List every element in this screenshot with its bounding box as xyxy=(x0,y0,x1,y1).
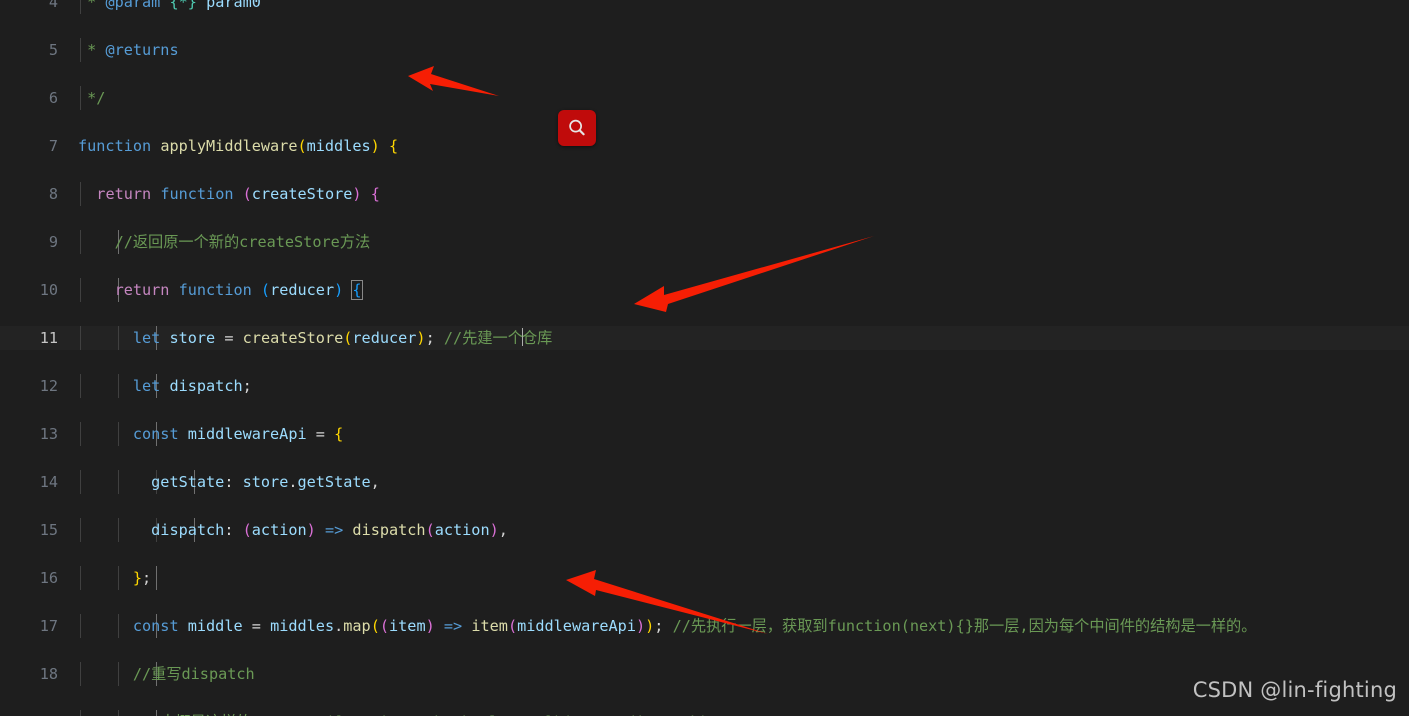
line-number: 11 xyxy=(39,329,58,347)
line-number: 8 xyxy=(48,185,58,203)
line-number: 19 xyxy=(0,710,58,716)
line-content: }; xyxy=(132,569,152,587)
line-number: 4 xyxy=(48,0,58,11)
code-line[interactable]: 5 * @returns xyxy=(0,38,1409,62)
line-number: 6 xyxy=(48,89,58,107)
code-line[interactable]: 19 // 大概是这样的 compose([promise, thunk, lo… xyxy=(0,710,1409,716)
line-content: * @returns xyxy=(78,41,179,59)
code-line[interactable]: 12 let dispatch; xyxy=(0,374,1409,398)
line-number: 7 xyxy=(48,137,58,155)
line-number: 16 xyxy=(39,569,58,587)
line-content: const middle = middles.map((item) => ite… xyxy=(132,617,1257,635)
line-content: //返回原一个新的createStore方法 xyxy=(78,233,371,251)
search-button[interactable] xyxy=(558,110,596,146)
code-line[interactable]: 15 dispatch: (action) => dispatch(action… xyxy=(0,518,1409,542)
line-content: let dispatch; xyxy=(132,377,252,395)
code-editor[interactable]: 4 * @param {*} param0 5 * @returns 6 */ … xyxy=(0,0,1409,716)
code-line[interactable]: 4 * @param {*} param0 xyxy=(0,0,1409,14)
line-content: getState: store.getState, xyxy=(151,473,380,491)
line-content: function applyMiddleware(middles) { xyxy=(78,137,399,155)
line-content: return function (createStore) { xyxy=(96,185,380,203)
line-content: * @param {*} param0 xyxy=(78,0,261,11)
code-line-active[interactable]: 11 let store = createStore(reducer); //先… xyxy=(0,326,1409,350)
line-number: 15 xyxy=(39,521,58,539)
watermark: CSDN @lin-fighting xyxy=(1192,678,1397,702)
line-number: 12 xyxy=(39,377,58,395)
code-line[interactable]: 9 //返回原一个新的createStore方法 xyxy=(0,230,1409,254)
line-content: // 大概是这样的 compose([promise, thunk, logge… xyxy=(78,710,709,716)
line-number: 17 xyxy=(39,617,58,635)
line-content: let store = createStore(reducer); //先建一个… xyxy=(132,328,553,347)
line-number: 5 xyxy=(48,41,58,59)
line-number: 9 xyxy=(48,233,58,251)
code-line[interactable]: 17 const middle = middles.map((item) => … xyxy=(0,614,1409,638)
code-line[interactable]: 6 */ xyxy=(0,86,1409,110)
code-line[interactable]: 14 getState: store.getState, xyxy=(0,470,1409,494)
line-content: //重写dispatch xyxy=(78,665,255,683)
editor-code-area[interactable]: 4 * @param {*} param0 5 * @returns 6 */ … xyxy=(0,0,1409,716)
line-number: 10 xyxy=(39,281,58,299)
code-line[interactable]: 10 return function (reducer) { xyxy=(0,278,1409,302)
line-content: */ xyxy=(78,89,106,107)
line-content: return function (reducer) { xyxy=(114,280,363,300)
code-line[interactable]: 16 }; xyxy=(0,566,1409,590)
line-content: const middlewareApi = { xyxy=(132,425,344,443)
search-icon xyxy=(569,119,585,136)
line-content: dispatch: (action) => dispatch(action), xyxy=(151,521,508,539)
code-line[interactable]: 7 function applyMiddleware(middles) { xyxy=(0,134,1409,158)
line-number: 18 xyxy=(39,665,58,683)
line-number: 13 xyxy=(39,425,58,443)
code-line[interactable]: 13 const middlewareApi = { xyxy=(0,422,1409,446)
line-number: 14 xyxy=(39,473,58,491)
code-line[interactable]: 8 return function (createStore) { xyxy=(0,182,1409,206)
